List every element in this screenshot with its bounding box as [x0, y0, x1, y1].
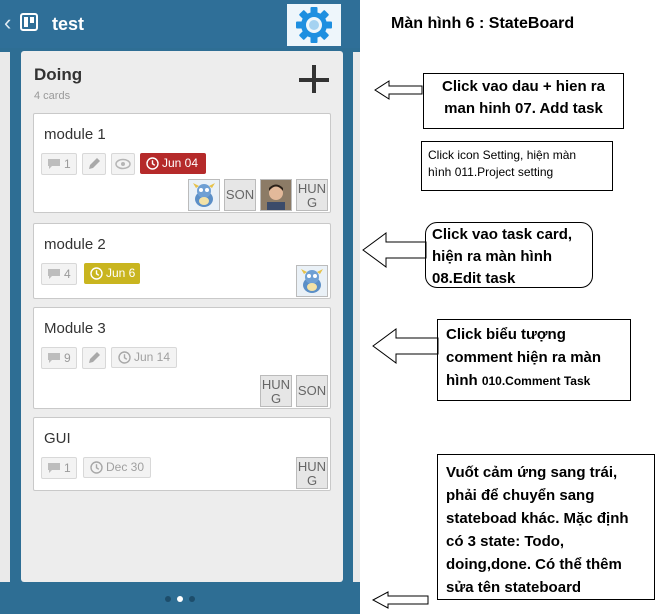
clock-icon	[90, 461, 103, 474]
note-swipe: Vuốt cảm ứng sang trái, phải để chuyển s…	[437, 454, 655, 600]
task-card[interactable]: GUI 1 Dec 30 HUN G	[33, 417, 331, 491]
comment-count: 1	[64, 157, 71, 171]
due-date: Jun 6	[106, 266, 136, 280]
left-arrow-icon	[372, 591, 429, 609]
page-indicator[interactable]	[160, 594, 200, 604]
eye-icon	[115, 158, 131, 170]
column-title: Doing	[34, 65, 83, 84]
avatar[interactable]	[188, 179, 220, 211]
previous-column-edge[interactable]	[0, 52, 10, 582]
comment-icon	[48, 269, 60, 279]
comment-icon	[48, 353, 60, 363]
card-title: module 1	[44, 126, 106, 143]
avatar[interactable]	[260, 179, 292, 211]
task-card[interactable]: Module 3 9 Jun 14 HUN G SON	[33, 307, 331, 409]
gear-icon	[296, 7, 332, 43]
card-title: module 2	[44, 236, 106, 253]
comment-badge[interactable]: 1	[41, 153, 77, 175]
due-date: Jun 04	[162, 156, 199, 170]
comment-icon	[48, 463, 60, 473]
comment-count: 4	[64, 267, 71, 281]
comment-badge[interactable]: 4	[41, 263, 77, 285]
left-arrow-icon	[374, 80, 423, 100]
clock-icon	[118, 351, 131, 364]
comment-count: 9	[64, 351, 71, 365]
note-project-setting: Click icon Setting, hiện màn hình 011.Pr…	[421, 141, 613, 191]
due-date: Dec 30	[106, 460, 145, 474]
screen-heading: Màn hình 6 : StateBoard	[391, 15, 575, 32]
member-initials: G	[306, 473, 318, 488]
member-initials: HUN	[297, 181, 327, 196]
avatar[interactable]	[296, 265, 328, 297]
member-son[interactable]: SON	[224, 179, 256, 211]
note-add-task: Click vao dau + hien ra man hinh 07. Add…	[423, 73, 624, 129]
member-hung[interactable]: HUN G	[296, 457, 328, 489]
due-date-badge[interactable]: Jun 14	[111, 347, 177, 368]
member-initials: SON	[225, 187, 255, 202]
task-card[interactable]: module 1 1 Jun 04 SON HUN G	[33, 113, 331, 213]
clock-icon	[146, 157, 159, 170]
member-hung[interactable]: HUN G	[296, 179, 328, 211]
note-comment-screen: 010.Comment Task	[481, 374, 591, 388]
next-column-edge[interactable]	[353, 52, 360, 582]
due-date-badge[interactable]: Jun 6	[84, 263, 140, 284]
card-title: Module 3	[44, 320, 106, 337]
member-hung[interactable]: HUN G	[260, 375, 292, 407]
card-count: 4 cards	[34, 90, 71, 102]
member-initials: G	[306, 195, 318, 210]
member-initials: HUN	[297, 459, 327, 474]
left-arrow-icon	[362, 232, 427, 268]
pencil-icon	[89, 158, 100, 169]
page-dot-active	[177, 596, 183, 602]
clock-icon	[90, 267, 103, 280]
page-dot	[189, 596, 195, 602]
comment-badge[interactable]: 9	[41, 347, 77, 369]
plus-icon[interactable]	[297, 63, 331, 97]
comment-icon	[48, 159, 60, 169]
watch-badge[interactable]	[111, 153, 135, 175]
note-comment-task: Click biểu tượng comment hiện ra màn hìn…	[437, 319, 631, 401]
back-arrow-icon[interactable]: ‹	[4, 12, 11, 34]
edit-badge[interactable]	[82, 153, 106, 175]
settings-button[interactable]	[287, 4, 341, 46]
member-son[interactable]: SON	[296, 375, 328, 407]
task-card[interactable]: module 2 4 Jun 6	[33, 223, 331, 299]
board-title: test	[52, 14, 85, 34]
due-date: Jun 14	[134, 350, 171, 364]
phone-screen: ‹ test Doing 4 cards module 1 1 Jun 04 S…	[0, 0, 360, 614]
card-title: GUI	[44, 430, 71, 447]
due-date-badge[interactable]: Dec 30	[83, 457, 151, 478]
note-edit-task: Click vao task card, hiện ra màn hình 08…	[425, 222, 593, 288]
member-initials: SON	[297, 383, 327, 398]
comment-badge[interactable]: 1	[41, 457, 77, 479]
member-initials: G	[270, 391, 282, 406]
board-icon	[20, 13, 38, 31]
comment-count: 1	[64, 461, 71, 475]
left-arrow-icon	[372, 328, 439, 364]
member-initials: HUN	[261, 377, 291, 392]
app-header: ‹ test	[0, 0, 360, 48]
pencil-icon	[89, 352, 100, 363]
edit-badge[interactable]	[82, 347, 106, 369]
page-dot	[165, 596, 171, 602]
state-column: Doing 4 cards module 1 1 Jun 04 SON HUN …	[21, 51, 343, 582]
due-date-badge[interactable]: Jun 04	[140, 153, 206, 174]
